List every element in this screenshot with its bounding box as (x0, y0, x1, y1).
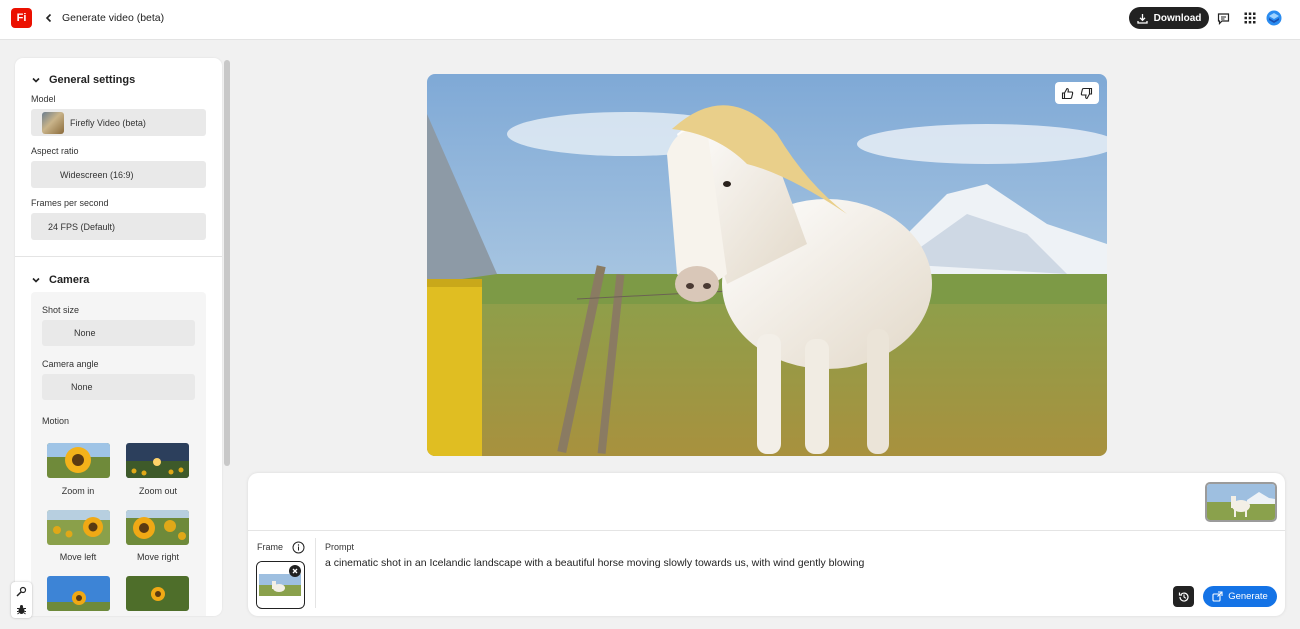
motion-label: Motion (42, 416, 70, 426)
feedback-controls (1055, 82, 1099, 104)
sunflower-image (47, 510, 110, 545)
settings-panel: General settings Model Firefly Video (be… (15, 58, 222, 616)
general-settings-header[interactable]: General settings (31, 74, 135, 86)
sunflower-field-sunset-image (126, 443, 189, 478)
generated-result-thumbnail[interactable] (1205, 482, 1277, 522)
prompt-input[interactable]: a cinematic shot in an Icelandic landsca… (325, 557, 864, 569)
motion-move-right-thumb[interactable] (126, 510, 189, 545)
model-thumbnail (42, 111, 64, 134)
shot-size-select[interactable]: None (42, 320, 195, 346)
motion-zoom-out-thumb[interactable] (126, 443, 189, 478)
firefly-logo[interactable]: Fi (11, 8, 32, 28)
prompt-panel (248, 473, 1285, 616)
fps-label: Frames per second (31, 198, 109, 208)
generated-video-preview[interactable] (427, 74, 1107, 456)
section-divider (15, 256, 222, 257)
prompt-card-divider (248, 530, 1285, 531)
fps-select[interactable]: 24 FPS (Default) (31, 213, 206, 240)
apps-button[interactable] (1241, 9, 1259, 27)
info-icon[interactable] (292, 541, 305, 554)
generate-icon (1212, 591, 1223, 602)
profile-avatar[interactable] (1265, 9, 1283, 27)
history-button[interactable] (1173, 586, 1194, 607)
download-label: Download (1153, 12, 1202, 24)
shot-size-value: None (74, 328, 96, 338)
aspect-ratio-label: Aspect ratio (31, 146, 79, 156)
download-button[interactable]: Download (1129, 7, 1209, 29)
remove-frame-button[interactable] (289, 565, 301, 577)
motion-move-left-label: Move left (59, 552, 97, 562)
history-icon (1178, 591, 1189, 602)
sunflower-image (126, 510, 189, 545)
chat-bubble-icon (1217, 12, 1229, 25)
chevron-down-icon (32, 77, 40, 83)
app-grid-icon (1244, 12, 1256, 24)
back-button[interactable] (40, 9, 58, 27)
camera-angle-value: None (71, 382, 93, 392)
motion-preset-thumb[interactable] (126, 576, 189, 611)
frame-label: Frame (257, 542, 284, 552)
avatar-icon (1266, 10, 1282, 26)
model-value: Firefly Video (beta) (70, 117, 146, 128)
chevron-left-icon (45, 13, 52, 23)
thumbs-down-icon[interactable] (1080, 87, 1093, 100)
horse-thumbnail-image (1207, 484, 1275, 520)
top-bar: Fi Generate video (beta) Download (0, 0, 1300, 40)
sunflower-sky-image (47, 576, 110, 611)
panel-scrollbar[interactable] (224, 60, 230, 466)
motion-zoom-in-thumb[interactable] (47, 443, 110, 478)
camera-angle-select[interactable]: None (42, 374, 195, 400)
camera-angle-label: Camera angle (42, 359, 99, 369)
motion-preset-thumb[interactable] (47, 576, 110, 611)
feedback-button[interactable] (1214, 9, 1232, 27)
page-title: Generate video (beta) (62, 12, 165, 24)
motion-move-left-thumb[interactable] (47, 510, 110, 545)
general-settings-title: General settings (49, 74, 136, 86)
close-icon (292, 568, 298, 574)
sunflower-image (47, 443, 110, 478)
shot-size-label: Shot size (42, 305, 80, 315)
camera-title: Camera (49, 274, 90, 286)
aspect-ratio-select[interactable]: Widescreen (16:9) (31, 161, 206, 188)
generate-button[interactable]: Generate (1203, 586, 1277, 607)
prompt-label: Prompt (325, 542, 355, 552)
model-label: Model (31, 94, 56, 104)
bug-icon[interactable] (16, 604, 27, 615)
thumbs-up-icon[interactable] (1061, 87, 1074, 100)
motion-move-right-label: Move right (136, 552, 180, 562)
settings-tool-icon[interactable] (16, 586, 27, 597)
model-select[interactable]: Firefly Video (beta) (31, 109, 206, 136)
fps-value: 24 FPS (Default) (48, 221, 116, 232)
motion-zoom-in-label: Zoom in (61, 486, 95, 496)
frame-prompt-divider (315, 538, 316, 608)
horse-landscape-image (427, 74, 1107, 456)
download-icon (1136, 13, 1148, 24)
chevron-down-icon (32, 277, 40, 283)
motion-zoom-out-label: Zoom out (138, 486, 178, 496)
dev-tools (11, 582, 32, 618)
sunflower-image (126, 576, 189, 611)
generate-label: Generate (1228, 591, 1268, 602)
aspect-ratio-value: Widescreen (16:9) (60, 169, 134, 180)
camera-header[interactable]: Camera (31, 274, 89, 286)
